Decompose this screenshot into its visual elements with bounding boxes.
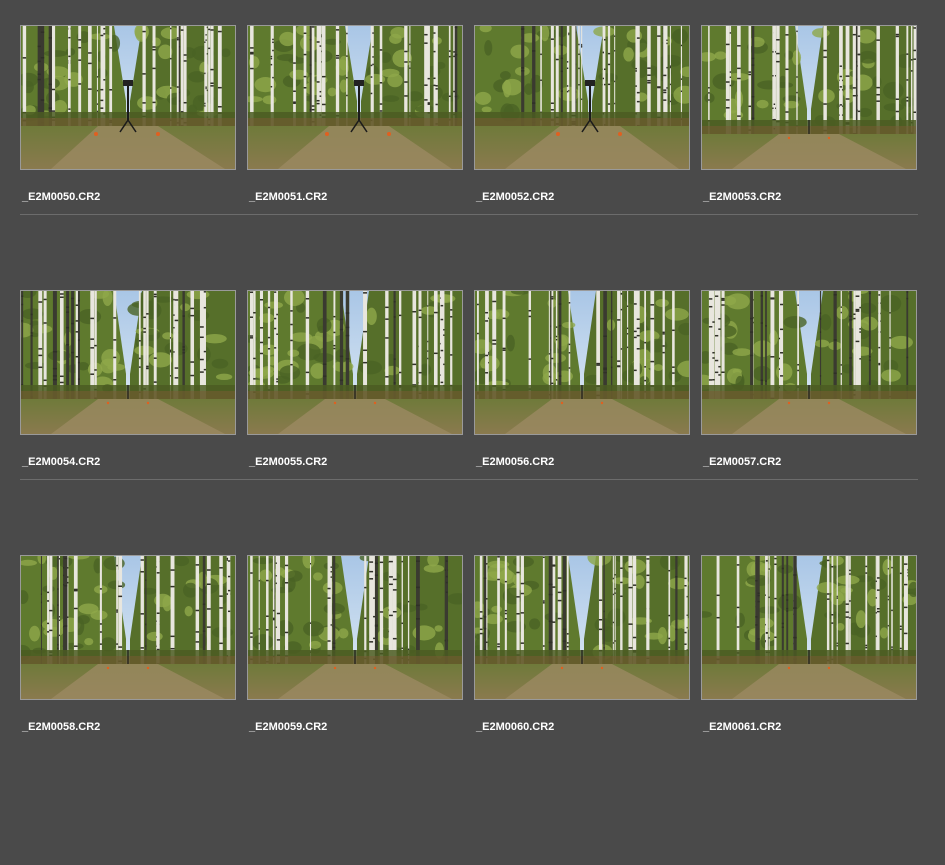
image-thumbnail[interactable] — [474, 555, 690, 700]
thumbnail-cell[interactable]: _E2M0054.CR2 — [20, 290, 236, 480]
thumbnail-cell[interactable]: _E2M0056.CR2 — [474, 290, 690, 480]
row-divider — [20, 214, 918, 215]
thumbnail-cell[interactable]: _E2M0061.CR2 — [701, 555, 917, 745]
image-thumbnail[interactable] — [20, 555, 236, 700]
forest-photo — [702, 556, 916, 699]
image-thumbnail[interactable] — [20, 290, 236, 435]
thumbnail-cell[interactable]: _E2M0058.CR2 — [20, 555, 236, 745]
forest-photo — [248, 26, 462, 169]
thumbnail-cell[interactable]: _E2M0060.CR2 — [474, 555, 690, 745]
thumbnail-cell[interactable]: _E2M0051.CR2 — [247, 25, 463, 215]
thumbnail-filename: _E2M0055.CR2 — [249, 456, 328, 468]
forest-photo — [475, 26, 689, 169]
thumbnail-cell[interactable]: _E2M0057.CR2 — [701, 290, 917, 480]
thumbnail-filename: _E2M0052.CR2 — [476, 191, 555, 203]
thumbnail-cell[interactable]: _E2M0053.CR2 — [701, 25, 917, 215]
image-thumbnail[interactable] — [701, 555, 917, 700]
thumbnail-cell[interactable]: _E2M0050.CR2 — [20, 25, 236, 215]
image-thumbnail[interactable] — [20, 25, 236, 170]
thumbnail-filename: _E2M0058.CR2 — [22, 721, 101, 733]
image-thumbnail[interactable] — [474, 25, 690, 170]
forest-photo — [21, 291, 235, 434]
image-thumbnail[interactable] — [701, 290, 917, 435]
thumbnail-row: _E2M0050.CR2 _E2M0051.CR2 _E2M0052.CR2 _… — [0, 25, 945, 290]
forest-photo — [248, 291, 462, 434]
image-thumbnail[interactable] — [247, 290, 463, 435]
thumbnail-row: _E2M0054.CR2 _E2M0055.CR2 _E2M0056.CR2 _… — [0, 290, 945, 555]
thumbnail-cell[interactable]: _E2M0055.CR2 — [247, 290, 463, 480]
thumbnail-filename: _E2M0060.CR2 — [476, 721, 555, 733]
thumbnail-row: _E2M0058.CR2 _E2M0059.CR2 _E2M0060.CR2 _… — [0, 555, 945, 820]
image-thumbnail[interactable] — [247, 25, 463, 170]
thumbnail-filename: _E2M0056.CR2 — [476, 456, 555, 468]
thumbnail-cell[interactable]: _E2M0059.CR2 — [247, 555, 463, 745]
image-thumbnail[interactable] — [474, 290, 690, 435]
thumbnail-cell[interactable]: _E2M0052.CR2 — [474, 25, 690, 215]
forest-photo — [248, 556, 462, 699]
thumbnail-filename: _E2M0054.CR2 — [22, 456, 101, 468]
thumbnail-filename: _E2M0051.CR2 — [249, 191, 328, 203]
thumbnail-filename: _E2M0059.CR2 — [249, 721, 328, 733]
thumbnail-grid: _E2M0050.CR2 _E2M0051.CR2 _E2M0052.CR2 _… — [0, 0, 945, 865]
forest-photo — [475, 556, 689, 699]
forest-photo — [21, 556, 235, 699]
thumbnail-filename: _E2M0061.CR2 — [703, 721, 782, 733]
forest-photo — [702, 26, 916, 169]
row-divider — [20, 479, 918, 480]
thumbnail-filename: _E2M0057.CR2 — [703, 456, 782, 468]
image-thumbnail[interactable] — [247, 555, 463, 700]
forest-photo — [21, 26, 235, 169]
image-thumbnail[interactable] — [701, 25, 917, 170]
thumbnail-filename: _E2M0053.CR2 — [703, 191, 782, 203]
thumbnail-filename: _E2M0050.CR2 — [22, 191, 101, 203]
forest-photo — [475, 291, 689, 434]
forest-photo — [702, 291, 916, 434]
